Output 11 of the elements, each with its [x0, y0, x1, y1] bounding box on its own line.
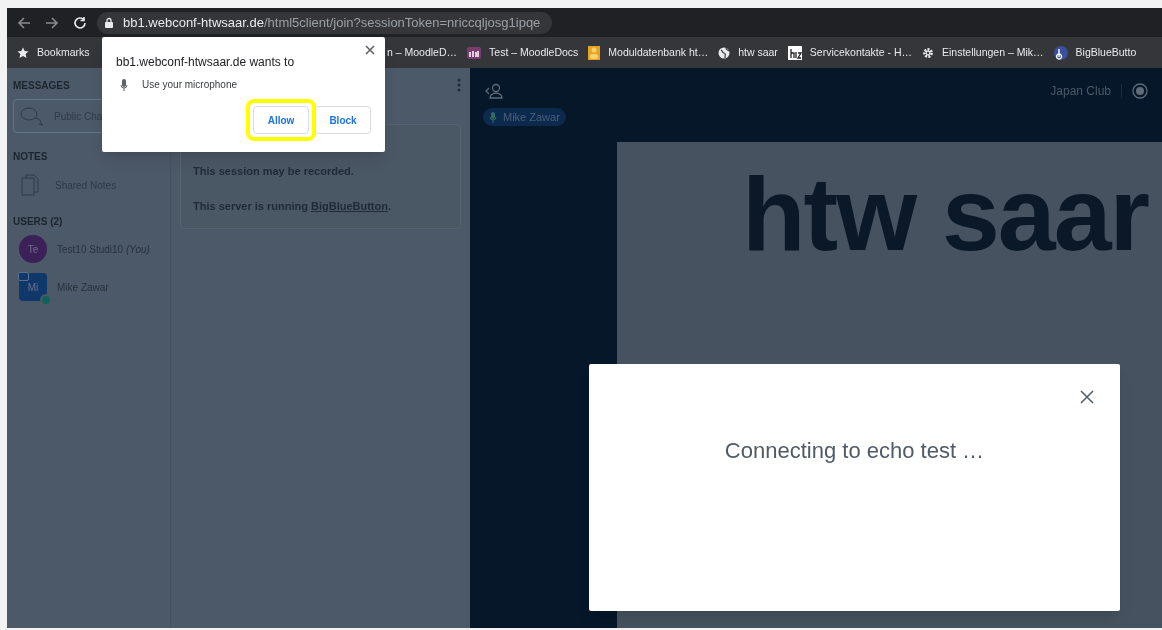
section-heading: USERS (2)	[13, 215, 63, 229]
talking-indicator: Mike Zawar	[483, 108, 566, 126]
popup-title: bb1.webconf-htwsaar.de wants to	[116, 54, 296, 71]
permission-text: Use your microphone	[142, 78, 238, 92]
section-heading: MESSAGES	[13, 79, 70, 93]
section-heading: NOTES	[13, 150, 48, 164]
meeting-name: Japan Club	[1050, 83, 1111, 100]
user-avatar: Te	[19, 235, 47, 263]
slide-title: htw saar	[742, 162, 1150, 266]
url-text: bb1.webconf-htwsaar.de/html5client/join?sessionToken=nriccqljosg1ipqe	[123, 13, 541, 32]
status-message: Connecting to echo test …	[724, 437, 985, 462]
